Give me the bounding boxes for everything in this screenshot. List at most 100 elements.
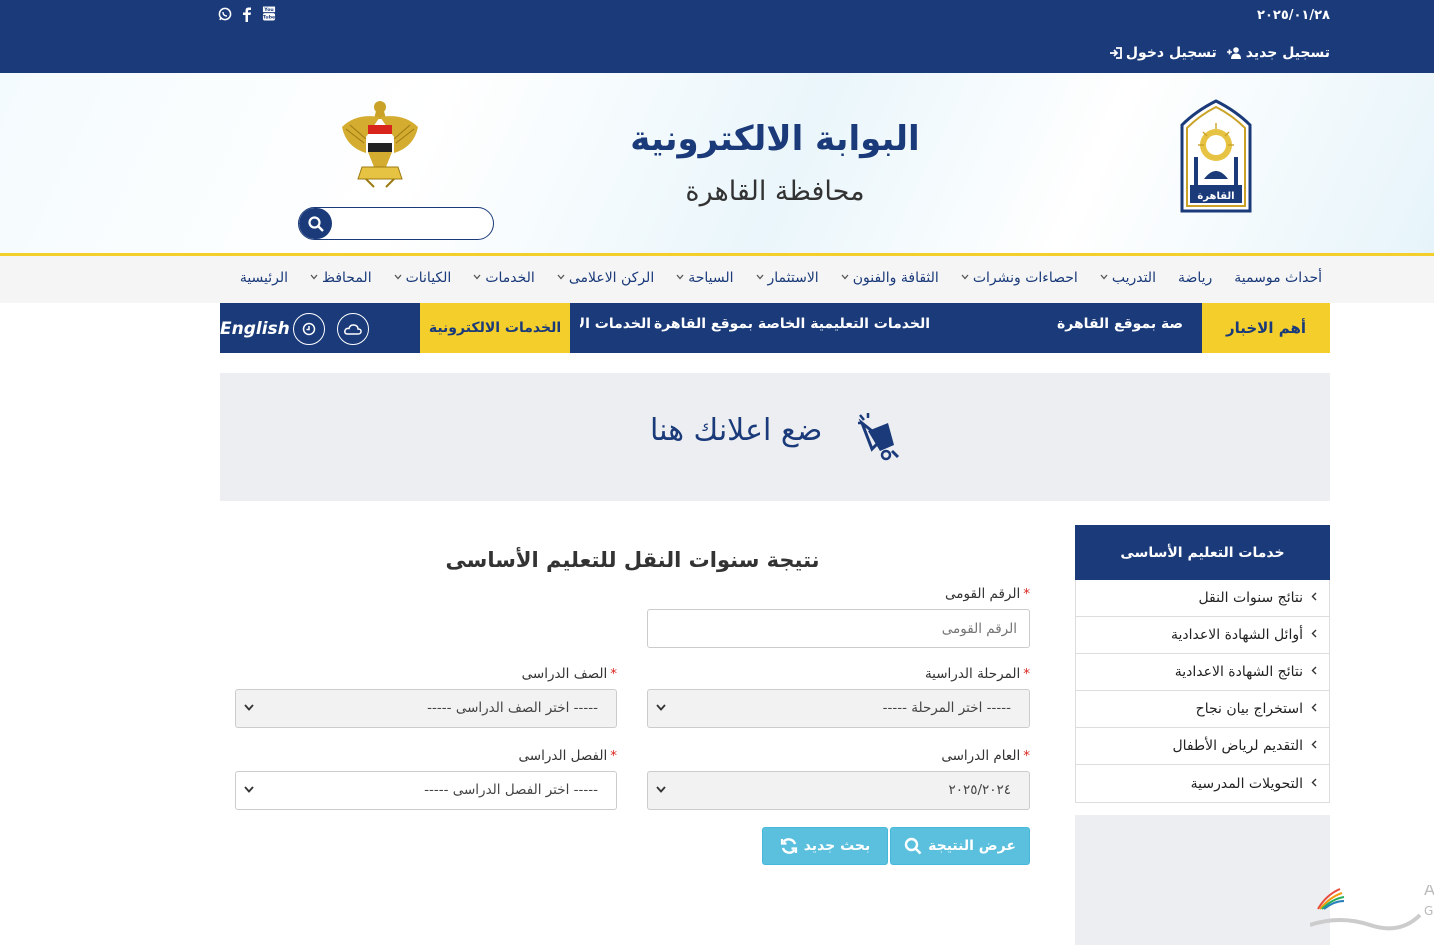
- cairo-governorate-logo[interactable]: القاهرة: [1176, 99, 1256, 214]
- term-label: *الفصل الدراسى: [519, 748, 617, 764]
- youtube-icon[interactable]: You Tube: [262, 6, 276, 22]
- nav-item[interactable]: الثقافة والفنون: [841, 270, 939, 286]
- weather-button[interactable]: [337, 313, 369, 345]
- national-id-label: *الرقم القومى: [945, 586, 1030, 602]
- chevron-left-icon: [1311, 703, 1317, 715]
- nav-item[interactable]: احصاءات ونشرات: [961, 270, 1078, 286]
- nav-item[interactable]: رياضة: [1178, 270, 1212, 286]
- governorate-subtitle: محافظة القاهرة: [685, 176, 865, 207]
- new-search-label: بحث جديد: [803, 838, 871, 854]
- english-language-link[interactable]: English: [220, 319, 290, 339]
- nav-item-label: الخدمات: [485, 270, 535, 286]
- eservices-button[interactable]: الخدمات الالكترونية: [420, 303, 570, 353]
- academic-year-select[interactable]: ٢٠٢٥/٢٠٢٤: [647, 771, 1030, 810]
- sidebar-item-label: استخراج بيان نجاح: [1195, 701, 1303, 717]
- sidebar-item-label: أوائل الشهادة الاعدادية: [1171, 627, 1303, 643]
- required-mark: *: [1023, 666, 1030, 682]
- stage-select[interactable]: ----- اختر المرحلة -----: [647, 689, 1030, 728]
- nav-item-label: السياحة: [688, 270, 734, 286]
- search-button[interactable]: [299, 208, 332, 239]
- cloud-sun-icon: [344, 324, 362, 335]
- nav-item[interactable]: التدريب: [1100, 270, 1156, 286]
- term-label-text: الفصل الدراسى: [518, 748, 608, 764]
- chevron-down-icon: [961, 273, 969, 283]
- clock-icon: [302, 322, 316, 336]
- chevron-left-icon: [1311, 629, 1317, 641]
- chevron-down-icon: [473, 273, 481, 283]
- login-link[interactable]: تسجيل دخول: [1109, 45, 1217, 61]
- site-header: البوابة الالكترونية محافظة القاهرة القاه…: [0, 73, 1434, 256]
- nav-item[interactable]: الركن الاعلامى: [557, 270, 654, 286]
- nav-item[interactable]: الرئيسية: [240, 270, 288, 286]
- nav-item-label: الاستثمار: [767, 270, 819, 286]
- sidebar-item-label: نتائج الشهادة الاعدادية: [1174, 664, 1303, 680]
- register-link[interactable]: تسجيل جديد: [1226, 45, 1330, 61]
- prayer-times-button[interactable]: [293, 313, 325, 345]
- stage-select-value: ----- اختر المرحلة -----: [882, 700, 1011, 716]
- nav-item[interactable]: أحداث موسمية: [1234, 270, 1322, 286]
- chevron-left-icon: [1311, 666, 1317, 678]
- sidebar-item[interactable]: نتائج سنوات النقل: [1076, 580, 1329, 617]
- nav-item-label: الرئيسية: [239, 270, 289, 286]
- nav-item[interactable]: السياحة: [676, 270, 734, 286]
- national-id-input[interactable]: [647, 609, 1030, 648]
- top-news-label[interactable]: أهم الاخبار: [1202, 303, 1330, 353]
- required-mark: *: [1023, 748, 1030, 764]
- sidebar-item-label: التحويلات المدرسية: [1190, 775, 1303, 792]
- sidebar-item[interactable]: أوائل الشهادة الاعدادية: [1076, 617, 1329, 654]
- site-search: [298, 207, 494, 240]
- whatsapp-icon[interactable]: [218, 6, 232, 22]
- ticker-item[interactable]: صة بموقع القاهرة: [1057, 316, 1183, 332]
- grade-select-value: ----- اختر الصف الدراسى -----: [427, 700, 598, 716]
- chevron-down-icon: [310, 273, 318, 283]
- nav-item[interactable]: الخدمات: [473, 270, 535, 286]
- svg-text:G: G: [1424, 904, 1433, 918]
- auth-links: تسجيل دخول تسجيل جديد: [1109, 45, 1330, 61]
- svg-text:A: A: [1424, 885, 1434, 899]
- sidebar-ad-box: [1075, 815, 1330, 945]
- chevron-down-icon: [676, 273, 684, 283]
- chevron-down-icon: [656, 783, 666, 796]
- sidebar-title: خدمات التعليم الأساسى: [1075, 525, 1330, 580]
- sign-in-icon: [1109, 47, 1122, 59]
- nav-item-label: الركن الاعلامى: [568, 270, 655, 286]
- secondary-bar: أهم الاخبار صة بموقع القاهرة الخدمات الت…: [220, 303, 1330, 353]
- chevron-down-icon: [244, 701, 254, 714]
- sidebar-item[interactable]: التحويلات المدرسية: [1076, 765, 1329, 802]
- nav-item[interactable]: المحافظ: [310, 270, 372, 286]
- grade-select[interactable]: ----- اختر الصف الدراسى -----: [235, 689, 617, 728]
- sidebar-item[interactable]: نتائج الشهادة الاعدادية: [1076, 654, 1329, 691]
- ticker-item[interactable]: الخدمات التعليمية الخاصة بموقع القاهرة: [654, 316, 930, 332]
- term-select[interactable]: ----- اختر الفصل الدراسى -----: [235, 771, 617, 810]
- nav-item-label: المحافظ: [322, 270, 372, 286]
- required-mark: *: [1023, 586, 1030, 602]
- register-label: تسجيل جديد: [1245, 45, 1330, 61]
- show-result-button[interactable]: عرض النتيجة: [890, 827, 1030, 865]
- nav-item[interactable]: الاستثمار: [756, 270, 819, 286]
- new-search-button[interactable]: بحث جديد: [762, 827, 888, 865]
- chevron-down-icon: [656, 701, 666, 714]
- term-select-value: ----- اختر الفصل الدراسى -----: [424, 782, 598, 798]
- chevron-left-icon: [1311, 740, 1317, 752]
- sidebar-list: نتائج سنوات النقل أوائل الشهادة الاعدادية…: [1075, 580, 1330, 803]
- egypt-eagle-emblem: [342, 101, 418, 188]
- grade-label: *الصف الدراسى: [522, 666, 617, 682]
- advertisement-banner[interactable]: ضع اعلانك هنا: [220, 373, 1330, 501]
- top-bar: ٢٠٢٥/٠١/٢٨ You Tube تسجيل دخول تسجيل جديد: [0, 0, 1434, 73]
- refresh-icon: [780, 838, 797, 854]
- facebook-icon[interactable]: [240, 6, 254, 22]
- chevron-left-icon: [1311, 592, 1317, 604]
- search-input[interactable]: [335, 211, 487, 235]
- ticker-item[interactable]: الخدمات الا: [580, 316, 651, 332]
- search-icon: [307, 215, 324, 232]
- sidebar-item[interactable]: التقديم لرياض الأطفال: [1076, 728, 1329, 765]
- form-title: نتيجة سنوات النقل للتعليم الأساسى: [445, 548, 820, 572]
- stage-label: *المرحلة الدراسية: [925, 666, 1030, 682]
- show-result-label: عرض النتيجة: [928, 838, 1016, 854]
- nav-item[interactable]: الكيانات: [394, 270, 451, 286]
- sidebar-item-label: نتائج سنوات النقل: [1198, 590, 1303, 606]
- sidebar-item[interactable]: استخراج بيان نجاح: [1076, 691, 1329, 728]
- academic-year-value: ٢٠٢٥/٢٠٢٤: [948, 782, 1011, 798]
- svg-text:Tube: Tube: [263, 15, 275, 21]
- login-label: تسجيل دخول: [1125, 45, 1217, 61]
